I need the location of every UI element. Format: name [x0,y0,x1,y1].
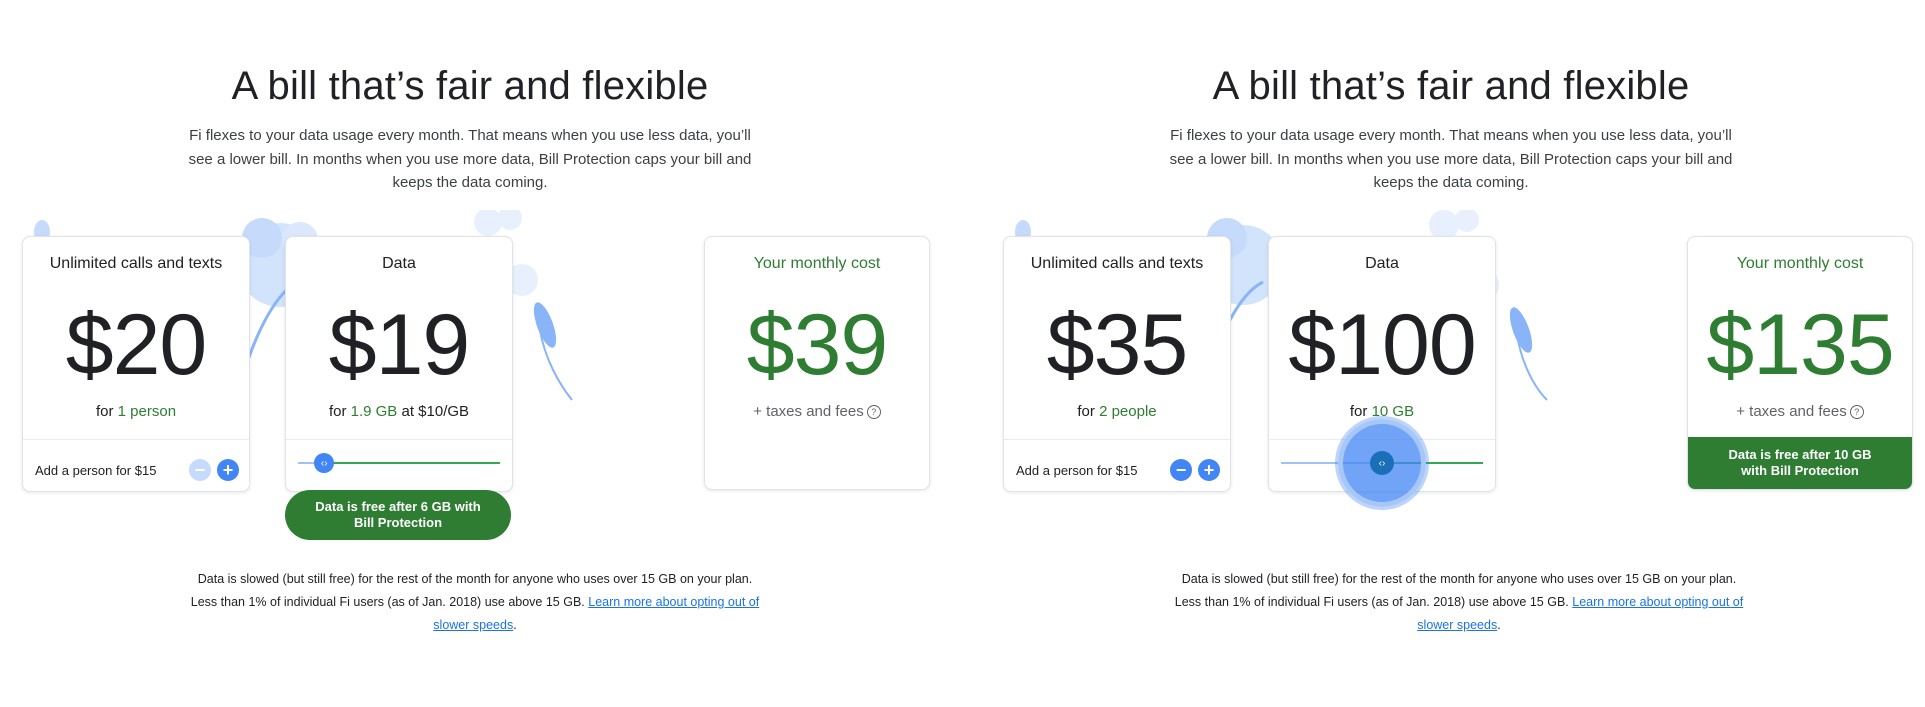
calls-label: Unlimited calls and texts [1030,255,1204,272]
calls-label: Unlimited calls and texts [49,255,223,272]
data-price: $100 [1288,297,1476,393]
add-person-label: Add a person for $15 [35,462,157,478]
taxes-label: + taxes and fees [1736,403,1847,420]
slider-handle[interactable]: ‹› [1370,451,1394,475]
data-for: for 1.9 GB at $10/GB [286,403,512,420]
people-count: 2 people [1099,403,1157,420]
slider-handle-pressed[interactable]: ‹› [1338,419,1426,507]
taxes-label: + taxes and fees [753,403,864,420]
data-rate: at $10/GB [401,403,470,420]
add-person-label: Add a person for $15 [1016,462,1138,478]
monthly-cost-card: Your monthly cost $39 + taxes and fees? [704,236,930,490]
monthly-cost-label: Your monthly cost [753,255,881,272]
calls-for-prefix: for [95,403,114,420]
add-person-button[interactable]: + [1198,459,1220,481]
panel-after: A bill that’s fair and flexible Fi flexe… [981,0,1925,707]
calls-for: for 2 people [1004,403,1230,420]
footnote: Data is slowed (but still free) for the … [1169,568,1749,637]
page-title: A bill that’s fair and flexible [231,64,709,108]
help-icon[interactable]: ? [1849,405,1864,419]
divider [23,439,249,440]
monthly-cost-price: $135 [1706,297,1894,393]
data-card: Data $100 for 10 GB ‹› [1268,236,1496,507]
data-for-prefix: for [328,403,347,420]
data-amount: 1.9 GB [350,403,398,420]
footnote-end: . [513,618,517,632]
calls-card: Unlimited calls and texts $35 for 2 peop… [1003,236,1231,492]
data-slider[interactable]: ‹› [298,453,500,473]
taxes-note: + taxes and fees? [1688,403,1912,420]
intro-text: Fi flexes to your data usage every month… [1169,127,1733,191]
monthly-cost-card: Your monthly cost $135 + taxes and fees?… [1687,236,1913,490]
add-person-button[interactable]: + [217,459,239,481]
bill-protection-banner: Data is free after 10 GB with Bill Prote… [1688,437,1912,489]
data-price: $19 [328,297,471,393]
data-label: Data [382,255,416,272]
data-for: for 10 GB [1269,403,1495,420]
footnote-end: . [1497,618,1501,632]
slider-handle[interactable]: ‹› [314,453,335,473]
divider [1004,439,1230,440]
calls-card: Unlimited calls and texts $20 for 1 pers… [22,236,250,492]
calls-for: for 1 person [23,403,249,420]
data-card: Data $19 for 1.9 GB at $10/GB ‹› [285,236,513,492]
data-amount: 10 GB [1371,403,1415,420]
help-icon[interactable]: ? [866,405,881,419]
calls-price: $35 [1046,297,1189,393]
calls-for-prefix: for [1077,403,1095,420]
data-for-prefix: for [1349,403,1368,420]
remove-person-button[interactable]: − [1170,459,1192,481]
taxes-note: + taxes and fees? [705,403,929,420]
monthly-cost-label: Your monthly cost [1736,255,1864,272]
data-slider[interactable]: ‹› [1281,419,1483,507]
monthly-cost-price: $39 [746,297,889,393]
remove-person-button[interactable]: − [189,459,211,481]
panel-before: A bill that’s fair and flexible Fi flexe… [0,0,962,707]
add-person-row: Add a person for $15 − + [1016,457,1220,483]
intro-text: Fi flexes to your data usage every month… [188,127,752,191]
data-label: Data [1365,255,1399,272]
bill-protection-pill: Data is free after 6 GB with Bill Protec… [285,490,511,540]
divider [286,439,512,440]
footnote: Data is slowed (but still free) for the … [185,568,765,637]
calls-price: $20 [65,297,208,393]
add-person-row: Add a person for $15 − + [35,457,239,483]
people-count: 1 person [117,403,177,420]
page-title: A bill that’s fair and flexible [1212,64,1690,108]
